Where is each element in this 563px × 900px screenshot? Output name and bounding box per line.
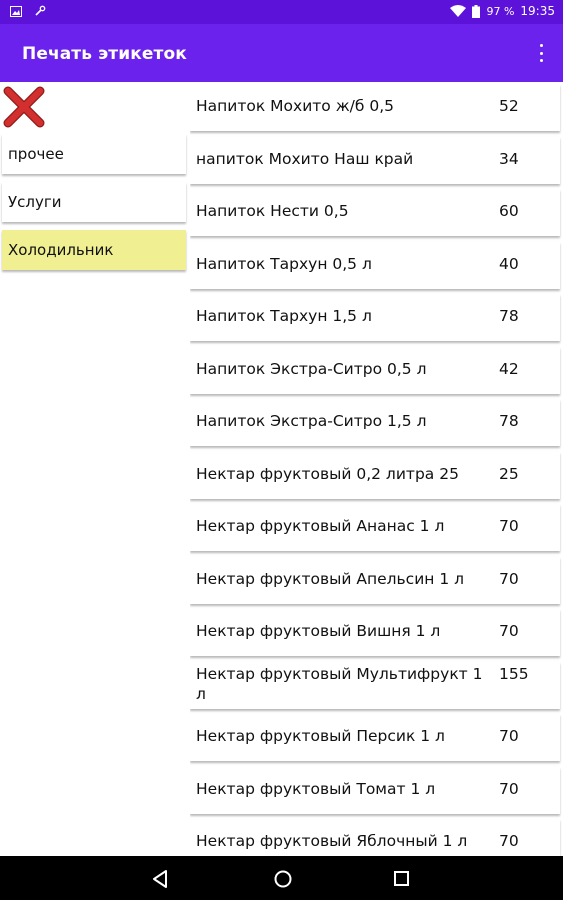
list-item[interactable]: Нектар фруктовый Апельсин 1 л 70	[190, 556, 560, 604]
list-item[interactable]: Нектар фруктовый Ананас 1 л 70	[190, 504, 560, 551]
product-name: Напиток Тархун 0,5 л	[196, 254, 372, 273]
product-price: 70	[499, 622, 519, 640]
list-item[interactable]: Напиток Тархун 0,5 л 40	[190, 241, 560, 289]
category-label: прочее	[8, 145, 64, 163]
list-item[interactable]: Нектар фруктовый Яблочный 1 л 70	[190, 819, 560, 856]
battery-icon	[472, 4, 481, 18]
product-price: 70	[499, 517, 519, 535]
list-item[interactable]: Напиток Нести 0,5 60	[190, 189, 560, 236]
product-price: 40	[499, 254, 519, 273]
product-name: Нектар фруктовый Мультифрукт 1 л	[196, 664, 483, 703]
battery-percent: 97 %	[486, 4, 515, 18]
category-item-services[interactable]: Услуги	[2, 182, 186, 222]
product-list[interactable]: Напиток Мохито ж/б 0,5 52 напиток Мохито…	[190, 84, 562, 856]
product-name: Нектар фруктовый 0,2 литра 25	[196, 464, 459, 483]
product-price: 25	[499, 464, 519, 483]
clock: 19:35	[520, 4, 555, 18]
product-name: Напиток Мохито ж/б 0,5	[196, 97, 395, 115]
product-name: Нектар фруктовый Вишня 1 л	[196, 622, 441, 640]
product-price: 52	[499, 97, 519, 115]
category-item-fridge[interactable]: Холодильник	[2, 230, 186, 270]
list-item[interactable]: Напиток Экстра-Ситро 1,5 л 78	[190, 399, 560, 446]
image-notification-icon	[10, 5, 22, 17]
wrench-icon	[35, 5, 46, 16]
list-item[interactable]: Нектар фруктовый Мультифрукт 1 л 155	[190, 661, 560, 709]
product-price: 78	[499, 412, 519, 430]
list-item[interactable]: напиток Мохито Наш край 34	[190, 136, 560, 184]
close-icon[interactable]	[3, 86, 45, 128]
product-price: 34	[499, 149, 519, 168]
product-name: Нектар фруктовый Ананас 1 л	[196, 517, 445, 535]
page-title: Печать этикеток	[22, 44, 187, 64]
product-price: 42	[499, 359, 519, 378]
product-name: Нектар фруктовый Яблочный 1 л	[196, 832, 468, 850]
product-name: Напиток Экстра-Ситро 1,5 л	[196, 412, 427, 430]
more-vert-icon[interactable]	[533, 42, 549, 64]
product-name: Напиток Экстра-Ситро 0,5 л	[196, 359, 427, 378]
list-item[interactable]: Нектар фруктовый Персик 1 л 70	[190, 714, 560, 761]
product-price: 78	[499, 307, 519, 325]
product-name: Нектар фруктовый Томат 1 л	[196, 779, 436, 798]
category-label: Холодильник	[8, 241, 114, 259]
product-price: 155	[499, 664, 529, 683]
app-bar: Печать этикеток	[0, 24, 563, 82]
product-price: 70	[499, 779, 519, 798]
list-item[interactable]: Нектар фруктовый Вишня 1 л 70	[190, 609, 560, 656]
category-label: Услуги	[8, 193, 62, 211]
home-icon[interactable]	[274, 870, 292, 888]
product-price: 70	[499, 832, 519, 850]
navigation-bar	[0, 856, 563, 900]
product-price: 70	[499, 727, 519, 745]
product-name: Нектар фруктовый Апельсин 1 л	[196, 569, 465, 588]
list-item[interactable]: Напиток Мохито ж/б 0,5 52	[190, 84, 560, 131]
list-item[interactable]: Напиток Экстра-Ситро 0,5 л 42	[190, 346, 560, 394]
product-name: Напиток Нести 0,5	[196, 202, 349, 220]
product-name: Напиток Тархун 1,5 л	[196, 307, 372, 325]
product-price: 70	[499, 569, 519, 588]
category-item-other[interactable]: прочее	[2, 134, 186, 174]
list-item[interactable]: Нектар фруктовый 0,2 литра 25 25	[190, 451, 560, 499]
list-item[interactable]: Напиток Тархун 1,5 л 78	[190, 294, 560, 341]
recents-icon[interactable]	[394, 871, 409, 886]
status-bar: 97 % 19:35	[0, 0, 563, 24]
product-name: Нектар фруктовый Персик 1 л	[196, 727, 445, 745]
back-icon[interactable]	[152, 870, 168, 888]
list-item[interactable]: Нектар фруктовый Томат 1 л 70	[190, 766, 560, 814]
product-price: 60	[499, 202, 519, 220]
category-list: прочее Услуги Холодильник	[0, 134, 188, 278]
product-name: напиток Мохито Наш край	[196, 149, 414, 168]
wifi-icon	[450, 5, 467, 17]
